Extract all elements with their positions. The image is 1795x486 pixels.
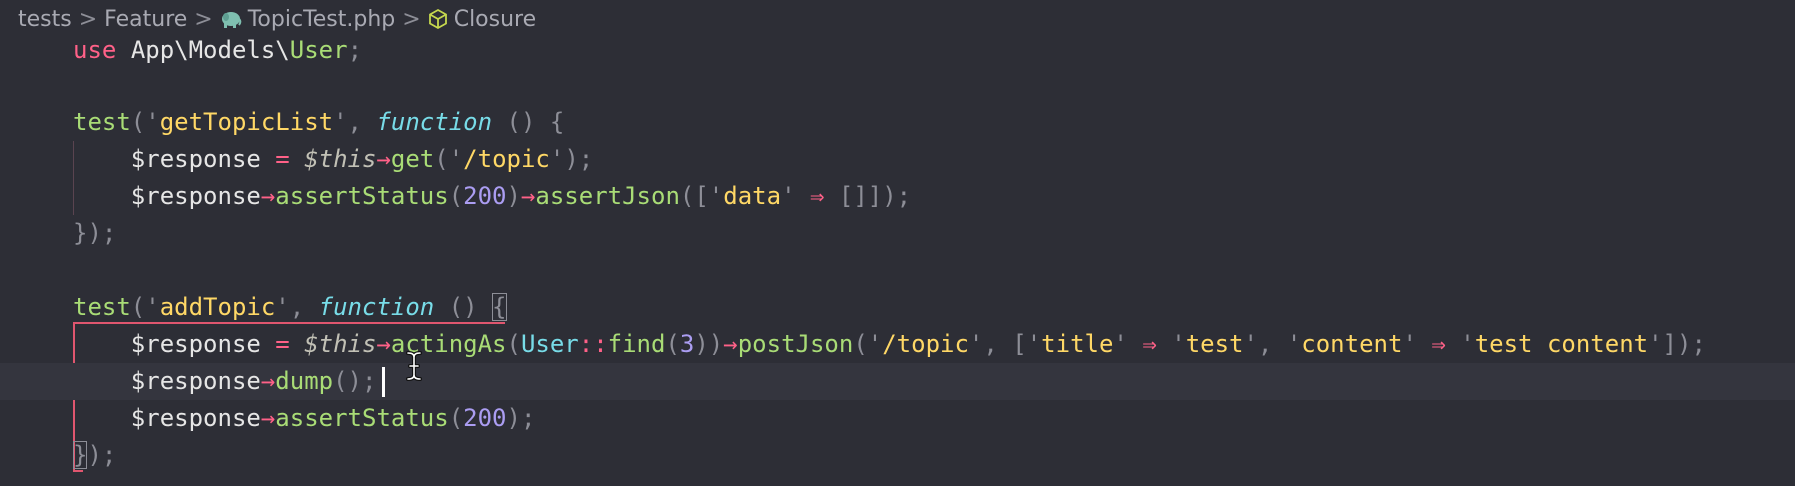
breadcrumb-item-file[interactable]: TopicTest.php (248, 7, 396, 32)
code-line: use App\Models\User; (73, 36, 363, 64)
text-cursor-icon (405, 351, 423, 385)
code-line: }); (73, 441, 117, 469)
code-line: $response = $this→get('/topic'); (130, 145, 594, 173)
breadcrumb: tests > Feature > TopicTest.php > Closur… (18, 4, 536, 34)
matching-bracket: } (73, 441, 88, 469)
code-line: $response→assertStatus(200)→assertJson([… (130, 182, 912, 210)
breadcrumb-item-feature[interactable]: Feature (104, 7, 187, 32)
code-line: test('getTopicList', function () { (73, 108, 565, 136)
code-line: $response = $this→actingAs(User::find(3)… (130, 330, 1706, 358)
matching-bracket: { (492, 293, 507, 321)
code-line: $response→assertStatus(200); (130, 404, 536, 432)
current-code-line: $response→dump(); (0, 363, 1795, 400)
code-line: }); (73, 219, 117, 247)
text-caret (382, 367, 386, 397)
breadcrumb-separator: > (194, 6, 213, 32)
code-line: test('addTopic', function () { (73, 293, 507, 321)
cube-icon (428, 8, 448, 30)
breadcrumb-separator: > (402, 6, 421, 32)
breadcrumb-item-tests[interactable]: tests (18, 7, 72, 32)
breadcrumb-item-closure[interactable]: Closure (454, 7, 536, 32)
code-editor[interactable]: use App\Models\User; test('getTopicList'… (0, 32, 1795, 486)
php-elephant-icon (220, 9, 242, 29)
breadcrumb-separator: > (78, 6, 98, 32)
